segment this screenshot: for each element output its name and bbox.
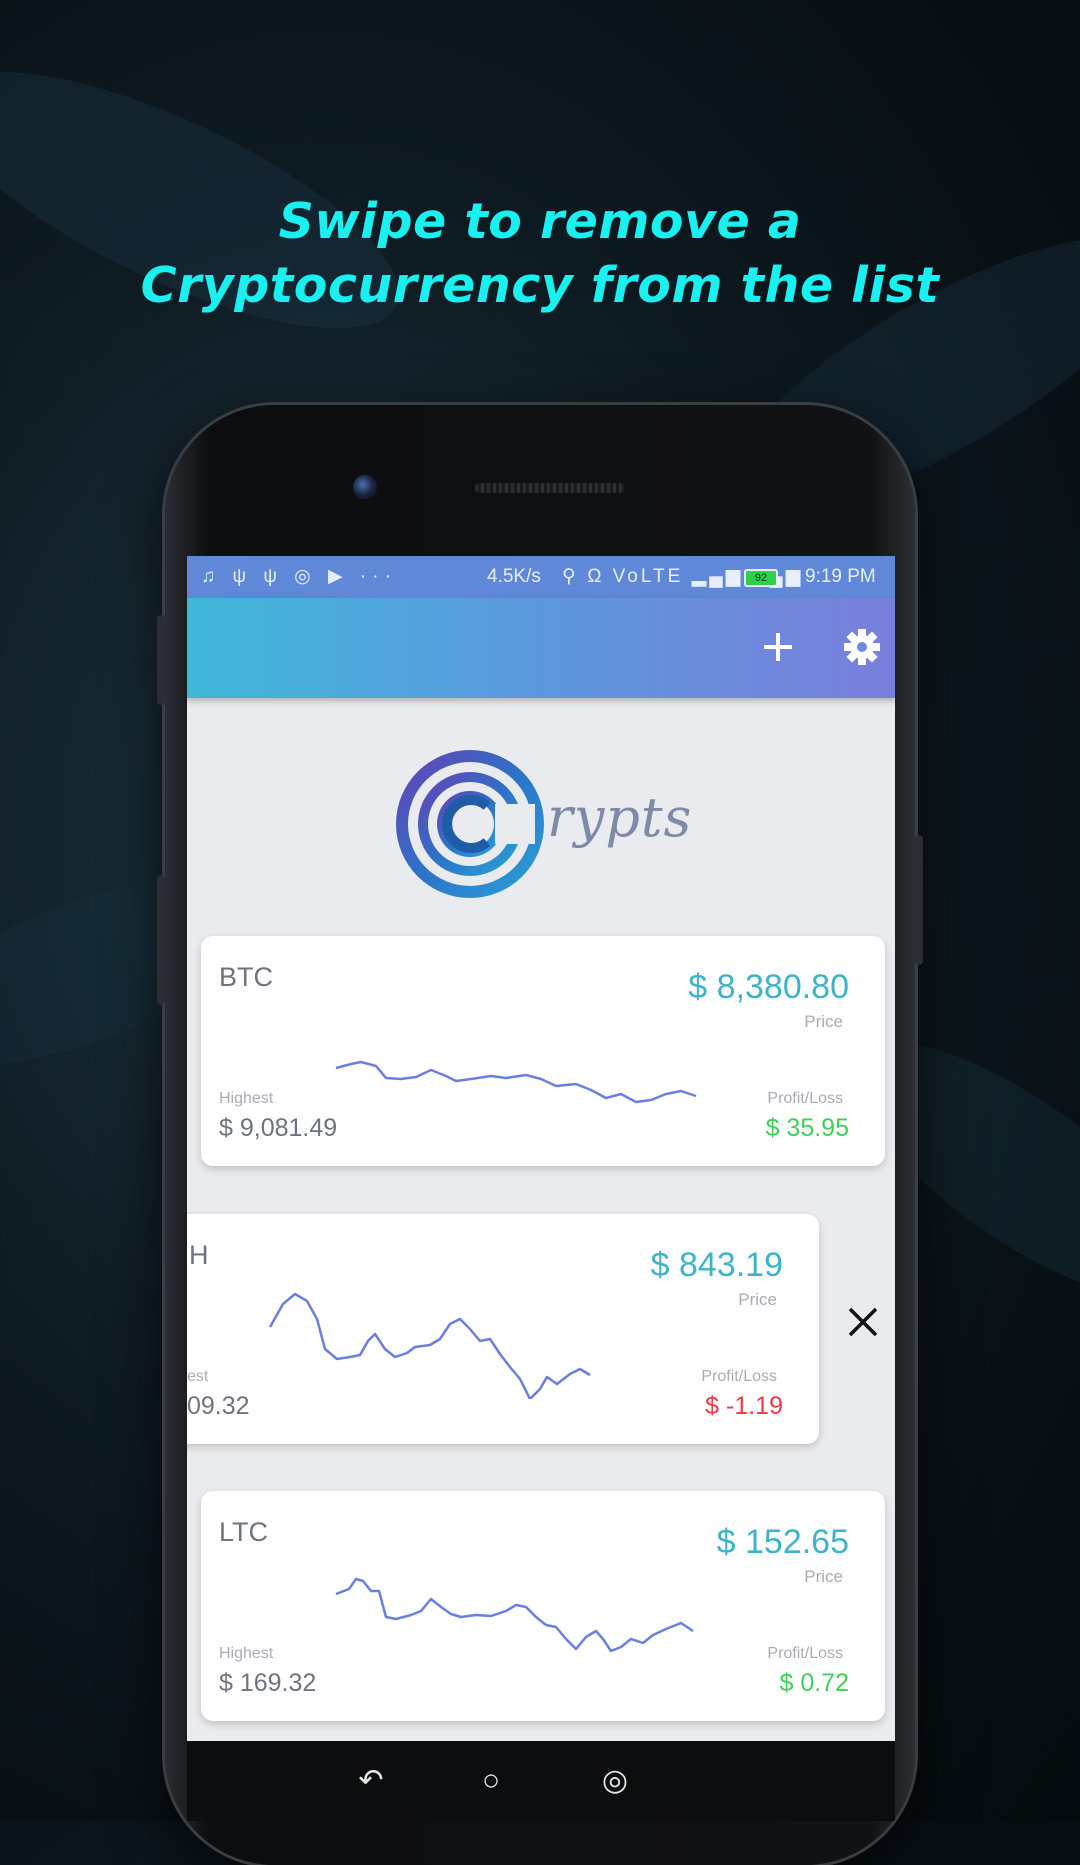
coin-symbol: H: [189, 1240, 209, 1270]
highest-label: Highest: [219, 1645, 274, 1662]
notification-icons: ♫ ψ ψ ◎ ▶ ···: [201, 566, 397, 587]
phone-side-button: [157, 875, 165, 1005]
phone-side-button: [915, 835, 923, 965]
coin-card-btc[interactable]: BTC $ 8,380.80 Price Highest $ 9,081.49 …: [201, 936, 885, 1166]
price-sparkline: [335, 1577, 694, 1653]
coin-price: $ 843.19: [650, 1246, 783, 1284]
price-sparkline: [268, 1292, 591, 1399]
profit-loss-label: Profit/Loss: [767, 1090, 843, 1107]
back-button[interactable]: ↶: [353, 1763, 389, 1799]
profit-loss-label: Profit/Loss: [701, 1368, 777, 1385]
headline-line-1: Swipe to remove a: [278, 193, 802, 250]
highest-label: est: [187, 1368, 209, 1385]
gear-icon: [844, 629, 880, 665]
add-coin-button[interactable]: [753, 618, 803, 675]
coin-symbol: LTC: [219, 1517, 269, 1547]
clock: 9:19 PM: [805, 566, 876, 587]
network-speed: 4.5K/s: [487, 566, 541, 587]
highest-value: $ 169.32: [219, 1669, 317, 1697]
highest-label: Highest: [219, 1090, 274, 1107]
coin-symbol: BTC: [219, 962, 273, 992]
app-screen: ♫ ψ ψ ◎ ▶ ··· 4.5K/s ⚲ Ω VoLTE ▂▄▆ ▂▄▆ 9…: [187, 556, 895, 1821]
coin-card-eth[interactable]: H $ 843.19 Price est 09.32 Profit/Loss $…: [187, 1214, 819, 1444]
highest-value: 09.32: [187, 1392, 250, 1420]
coin-card-ltc[interactable]: LTC $ 152.65 Price Highest $ 169.32 Prof…: [201, 1491, 885, 1721]
front-camera: [353, 475, 377, 499]
system-nav-bar: ↶ ○ ◎: [187, 1741, 895, 1821]
phone-side-button: [157, 615, 165, 705]
profit-loss-label: Profit/Loss: [767, 1645, 843, 1662]
headline-line-2: Cryptocurrency from the list: [140, 257, 940, 314]
coin-price: $ 152.65: [716, 1523, 849, 1561]
highest-value: $ 9,081.49: [219, 1114, 338, 1142]
price-sparkline: [335, 1060, 697, 1104]
logo-wordmark: rypts: [547, 786, 693, 849]
plus-icon: [764, 633, 792, 661]
home-button[interactable]: ○: [473, 1763, 509, 1799]
headline: Swipe to remove a Cryptocurrency from th…: [0, 190, 1080, 318]
profit-loss-value: $ -1.19: [705, 1392, 783, 1420]
battery-icon: 92: [744, 569, 778, 587]
price-label: Price: [804, 1012, 843, 1031]
recents-button[interactable]: ◎: [597, 1763, 633, 1799]
profit-loss-value: $ 0.72: [779, 1669, 849, 1697]
profit-loss-value: $ 35.95: [765, 1114, 849, 1142]
price-label: Price: [804, 1567, 843, 1586]
status-bar: ♫ ψ ψ ◎ ▶ ··· 4.5K/s ⚲ Ω VoLTE ▂▄▆ ▂▄▆ 9…: [187, 556, 895, 598]
price-label: Price: [738, 1290, 777, 1309]
close-icon[interactable]: [845, 1304, 881, 1340]
settings-button[interactable]: [835, 620, 889, 674]
app-bar: [187, 598, 895, 698]
earpiece-speaker: [475, 483, 625, 493]
coin-price: $ 8,380.80: [688, 968, 849, 1006]
